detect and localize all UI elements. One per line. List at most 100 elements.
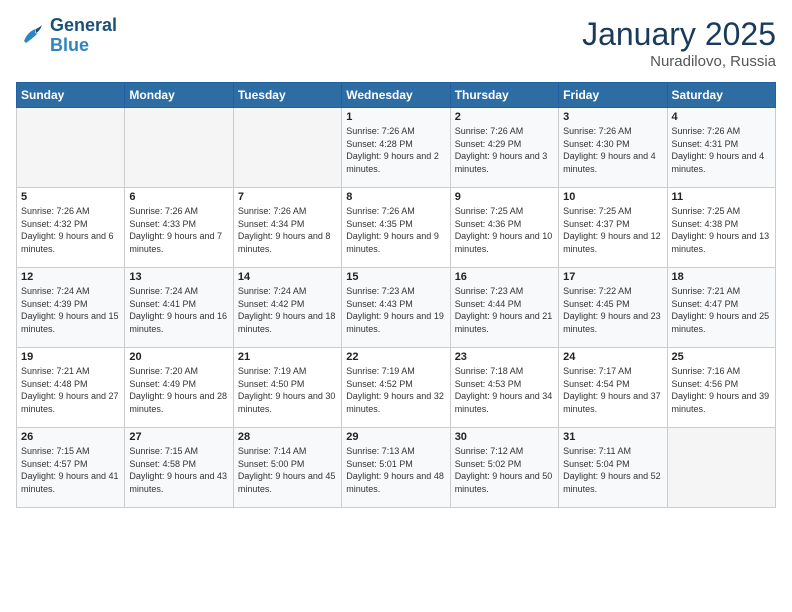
calendar-cell: 2 Sunrise: 7:26 AM Sunset: 4:29 PM Daylig… xyxy=(450,108,558,188)
col-wednesday: Wednesday xyxy=(342,83,450,108)
col-tuesday: Tuesday xyxy=(233,83,341,108)
day-number: 17 xyxy=(563,271,662,283)
day-number: 14 xyxy=(238,271,337,283)
day-number: 6 xyxy=(129,191,228,203)
day-info: Sunrise: 7:16 AM Sunset: 4:56 PM Dayligh… xyxy=(672,365,771,415)
day-info: Sunrise: 7:17 AM Sunset: 4:54 PM Dayligh… xyxy=(563,365,662,415)
day-info: Sunrise: 7:21 AM Sunset: 4:48 PM Dayligh… xyxy=(21,365,120,415)
day-number: 21 xyxy=(238,351,337,363)
calendar-cell: 13 Sunrise: 7:24 AM Sunset: 4:41 PM Dayli… xyxy=(125,268,233,348)
day-number: 26 xyxy=(21,431,120,443)
calendar-cell: 24 Sunrise: 7:17 AM Sunset: 4:54 PM Dayli… xyxy=(559,348,667,428)
calendar-cell: 20 Sunrise: 7:20 AM Sunset: 4:49 PM Dayli… xyxy=(125,348,233,428)
day-info: Sunrise: 7:24 AM Sunset: 4:41 PM Dayligh… xyxy=(129,285,228,335)
header: GeneralBlue January 2025 Nuradilovo, Rus… xyxy=(16,16,776,70)
day-number: 29 xyxy=(346,431,445,443)
day-info: Sunrise: 7:25 AM Sunset: 4:38 PM Dayligh… xyxy=(672,205,771,255)
calendar-cell xyxy=(233,108,341,188)
day-info: Sunrise: 7:26 AM Sunset: 4:29 PM Dayligh… xyxy=(455,125,554,175)
day-info: Sunrise: 7:26 AM Sunset: 4:31 PM Dayligh… xyxy=(672,125,771,175)
calendar-cell: 10 Sunrise: 7:25 AM Sunset: 4:37 PM Dayli… xyxy=(559,188,667,268)
calendar-cell: 19 Sunrise: 7:21 AM Sunset: 4:48 PM Dayli… xyxy=(17,348,125,428)
page: GeneralBlue January 2025 Nuradilovo, Rus… xyxy=(0,0,792,612)
day-info: Sunrise: 7:13 AM Sunset: 5:01 PM Dayligh… xyxy=(346,445,445,495)
calendar-cell: 22 Sunrise: 7:19 AM Sunset: 4:52 PM Dayli… xyxy=(342,348,450,428)
day-info: Sunrise: 7:23 AM Sunset: 4:44 PM Dayligh… xyxy=(455,285,554,335)
calendar-cell: 3 Sunrise: 7:26 AM Sunset: 4:30 PM Daylig… xyxy=(559,108,667,188)
day-info: Sunrise: 7:26 AM Sunset: 4:28 PM Dayligh… xyxy=(346,125,445,175)
day-number: 20 xyxy=(129,351,228,363)
title-area: January 2025 Nuradilovo, Russia xyxy=(582,16,776,70)
day-info: Sunrise: 7:20 AM Sunset: 4:49 PM Dayligh… xyxy=(129,365,228,415)
calendar-cell: 29 Sunrise: 7:13 AM Sunset: 5:01 PM Dayli… xyxy=(342,428,450,508)
day-number: 12 xyxy=(21,271,120,283)
day-info: Sunrise: 7:24 AM Sunset: 4:42 PM Dayligh… xyxy=(238,285,337,335)
calendar-cell: 7 Sunrise: 7:26 AM Sunset: 4:34 PM Daylig… xyxy=(233,188,341,268)
col-monday: Monday xyxy=(125,83,233,108)
calendar-cell: 12 Sunrise: 7:24 AM Sunset: 4:39 PM Dayli… xyxy=(17,268,125,348)
calendar-cell: 21 Sunrise: 7:19 AM Sunset: 4:50 PM Dayli… xyxy=(233,348,341,428)
day-info: Sunrise: 7:25 AM Sunset: 4:37 PM Dayligh… xyxy=(563,205,662,255)
day-info: Sunrise: 7:26 AM Sunset: 4:32 PM Dayligh… xyxy=(21,205,120,255)
logo: GeneralBlue xyxy=(16,16,117,56)
day-number: 2 xyxy=(455,111,554,123)
calendar-cell: 30 Sunrise: 7:12 AM Sunset: 5:02 PM Dayli… xyxy=(450,428,558,508)
logo-text: GeneralBlue xyxy=(50,16,117,56)
day-number: 18 xyxy=(672,271,771,283)
day-info: Sunrise: 7:19 AM Sunset: 4:52 PM Dayligh… xyxy=(346,365,445,415)
calendar-cell: 9 Sunrise: 7:25 AM Sunset: 4:36 PM Daylig… xyxy=(450,188,558,268)
calendar-cell: 26 Sunrise: 7:15 AM Sunset: 4:57 PM Dayli… xyxy=(17,428,125,508)
col-friday: Friday xyxy=(559,83,667,108)
day-number: 23 xyxy=(455,351,554,363)
day-number: 7 xyxy=(238,191,337,203)
calendar-cell: 15 Sunrise: 7:23 AM Sunset: 4:43 PM Dayli… xyxy=(342,268,450,348)
calendar-cell: 27Sunrise: 7:15 AM Sunset: 4:58 PM Dayli… xyxy=(125,428,233,508)
calendar-cell: 5 Sunrise: 7:26 AM Sunset: 4:32 PM Daylig… xyxy=(17,188,125,268)
day-info: Sunrise: 7:11 AM Sunset: 5:04 PM Dayligh… xyxy=(563,445,662,495)
day-number: 28 xyxy=(238,431,337,443)
day-info: Sunrise: 7:26 AM Sunset: 4:34 PM Dayligh… xyxy=(238,205,337,255)
calendar-cell: 31Sunrise: 7:11 AM Sunset: 5:04 PM Dayli… xyxy=(559,428,667,508)
calendar-cell: 1 Sunrise: 7:26 AM Sunset: 4:28 PM Daylig… xyxy=(342,108,450,188)
day-info: Sunrise: 7:18 AM Sunset: 4:53 PM Dayligh… xyxy=(455,365,554,415)
day-number: 13 xyxy=(129,271,228,283)
calendar-cell: 25 Sunrise: 7:16 AM Sunset: 4:56 PM Dayli… xyxy=(667,348,775,428)
day-number: 22 xyxy=(346,351,445,363)
calendar-cell: 17 Sunrise: 7:22 AM Sunset: 4:45 PM Dayli… xyxy=(559,268,667,348)
day-info: Sunrise: 7:19 AM Sunset: 4:50 PM Dayligh… xyxy=(238,365,337,415)
calendar-cell: 14 Sunrise: 7:24 AM Sunset: 4:42 PM Dayli… xyxy=(233,268,341,348)
calendar: Sunday Monday Tuesday Wednesday Thursday… xyxy=(16,82,776,508)
day-number: 9 xyxy=(455,191,554,203)
day-number: 16 xyxy=(455,271,554,283)
logo-icon xyxy=(16,21,46,51)
day-number: 24 xyxy=(563,351,662,363)
calendar-cell: 6Sunrise: 7:26 AM Sunset: 4:33 PM Daylig… xyxy=(125,188,233,268)
day-number: 10 xyxy=(563,191,662,203)
day-number: 19 xyxy=(21,351,120,363)
day-info: Sunrise: 7:21 AM Sunset: 4:47 PM Dayligh… xyxy=(672,285,771,335)
col-thursday: Thursday xyxy=(450,83,558,108)
day-number: 15 xyxy=(346,271,445,283)
day-info: Sunrise: 7:23 AM Sunset: 4:43 PM Dayligh… xyxy=(346,285,445,335)
day-number: 1 xyxy=(346,111,445,123)
day-number: 8 xyxy=(346,191,445,203)
calendar-cell: 23 Sunrise: 7:18 AM Sunset: 4:53 PM Dayli… xyxy=(450,348,558,428)
calendar-cell: 4Sunrise: 7:26 AM Sunset: 4:31 PM Daylig… xyxy=(667,108,775,188)
day-info: Sunrise: 7:25 AM Sunset: 4:36 PM Dayligh… xyxy=(455,205,554,255)
day-number: 11 xyxy=(672,191,771,203)
day-number: 30 xyxy=(455,431,554,443)
calendar-cell xyxy=(17,108,125,188)
day-info: Sunrise: 7:12 AM Sunset: 5:02 PM Dayligh… xyxy=(455,445,554,495)
col-saturday: Saturday xyxy=(667,83,775,108)
calendar-cell: 8Sunrise: 7:26 AM Sunset: 4:35 PM Daylig… xyxy=(342,188,450,268)
day-number: 3 xyxy=(563,111,662,123)
calendar-cell: 16 Sunrise: 7:23 AM Sunset: 4:44 PM Dayli… xyxy=(450,268,558,348)
day-number: 5 xyxy=(21,191,120,203)
calendar-cell xyxy=(125,108,233,188)
day-info: Sunrise: 7:26 AM Sunset: 4:30 PM Dayligh… xyxy=(563,125,662,175)
day-info: Sunrise: 7:15 AM Sunset: 4:58 PM Dayligh… xyxy=(129,445,228,495)
day-info: Sunrise: 7:22 AM Sunset: 4:45 PM Dayligh… xyxy=(563,285,662,335)
day-number: 25 xyxy=(672,351,771,363)
day-info: Sunrise: 7:15 AM Sunset: 4:57 PM Dayligh… xyxy=(21,445,120,495)
day-info: Sunrise: 7:24 AM Sunset: 4:39 PM Dayligh… xyxy=(21,285,120,335)
